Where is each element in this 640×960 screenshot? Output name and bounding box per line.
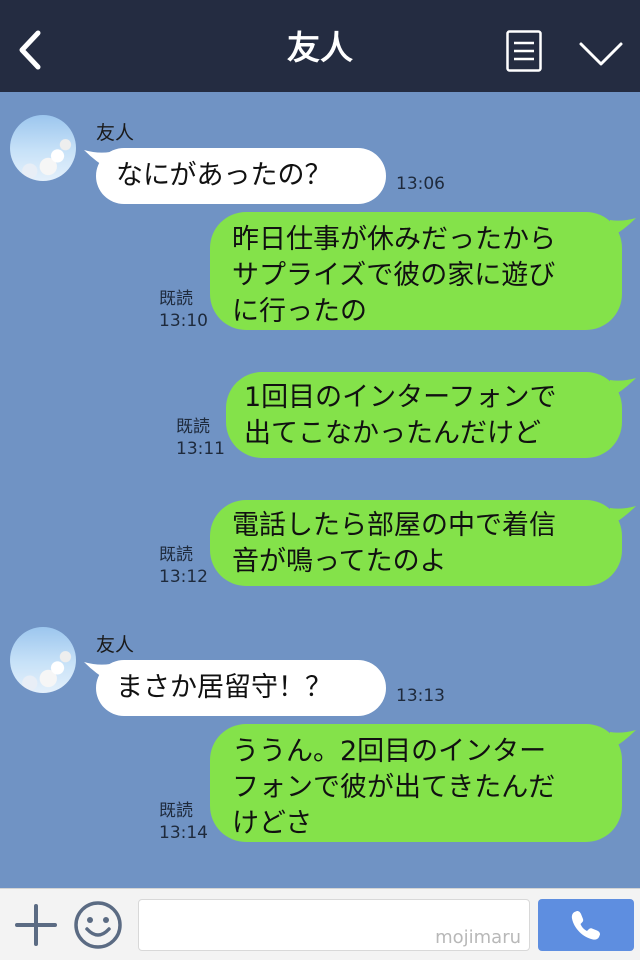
message-time: 13:11	[176, 439, 225, 459]
friend-avatar[interactable]	[10, 115, 76, 181]
message-time: 13:10	[159, 311, 208, 331]
read-label: 既読	[176, 417, 210, 437]
friend-avatar[interactable]	[10, 627, 76, 693]
message-bubble-outgoing[interactable]: 電話したら部屋の中で着信 音が鳴ってたのよ	[210, 500, 622, 586]
message-bubble-incoming[interactable]: まさか居留守！？	[96, 660, 386, 716]
message-input[interactable]	[138, 899, 530, 951]
read-label: 既読	[159, 545, 193, 565]
message-bubble-incoming[interactable]: なにがあったの？	[96, 148, 386, 204]
read-receipt: 既読 13:11	[176, 416, 225, 460]
read-receipt: 既読 13:12	[159, 544, 208, 588]
menu-list-icon[interactable]	[506, 30, 542, 72]
read-label: 既読	[159, 801, 193, 821]
message-text: なにがあったの？	[116, 160, 332, 191]
plus-icon[interactable]	[14, 903, 58, 947]
phone-icon	[571, 911, 600, 940]
sender-name: 友人	[96, 122, 135, 144]
read-receipt: 既読 13:14	[159, 800, 208, 844]
message-time: 13:06	[396, 174, 445, 194]
chevron-down-icon[interactable]	[578, 36, 624, 70]
read-label: 既読	[159, 289, 193, 309]
message-text: 1回目のインターフォンで 出てこなかったんだけど	[244, 382, 557, 449]
message-bubble-outgoing[interactable]: ううん。2回目のインター フォンで彼が出てきたんだ けどさ	[210, 724, 622, 842]
smiley-icon[interactable]	[72, 899, 124, 951]
message-bubble-outgoing[interactable]: 1回目のインターフォンで 出てこなかったんだけど	[226, 372, 622, 458]
message-text: 電話したら部屋の中で着信 音が鳴ってたのよ	[232, 510, 556, 577]
sender-name: 友人	[96, 634, 135, 656]
message-time: 13:13	[396, 686, 445, 706]
input-bar	[0, 888, 640, 960]
message-time: 13:14	[159, 823, 208, 843]
message-bubble-outgoing[interactable]: 昨日仕事が休みだったから サプライズで彼の家に遊び に行ったの	[210, 212, 622, 330]
call-button[interactable]	[538, 899, 634, 951]
message-text: まさか居留守！？	[116, 672, 332, 703]
message-time: 13:12	[159, 567, 208, 587]
message-text: ううん。2回目のインター フォンで彼が出てきたんだ けどさ	[232, 736, 556, 839]
chat-title: 友人	[287, 28, 353, 67]
chat-area[interactable]: 友人 なにがあったの？ 13:06 昨日仕事が休みだったから サプライズで彼の家…	[0, 92, 640, 888]
message-text: 昨日仕事が休みだったから サプライズで彼の家に遊び に行ったの	[232, 224, 556, 327]
chat-header: 友人	[0, 0, 640, 92]
read-receipt: 既読 13:10	[159, 288, 208, 332]
